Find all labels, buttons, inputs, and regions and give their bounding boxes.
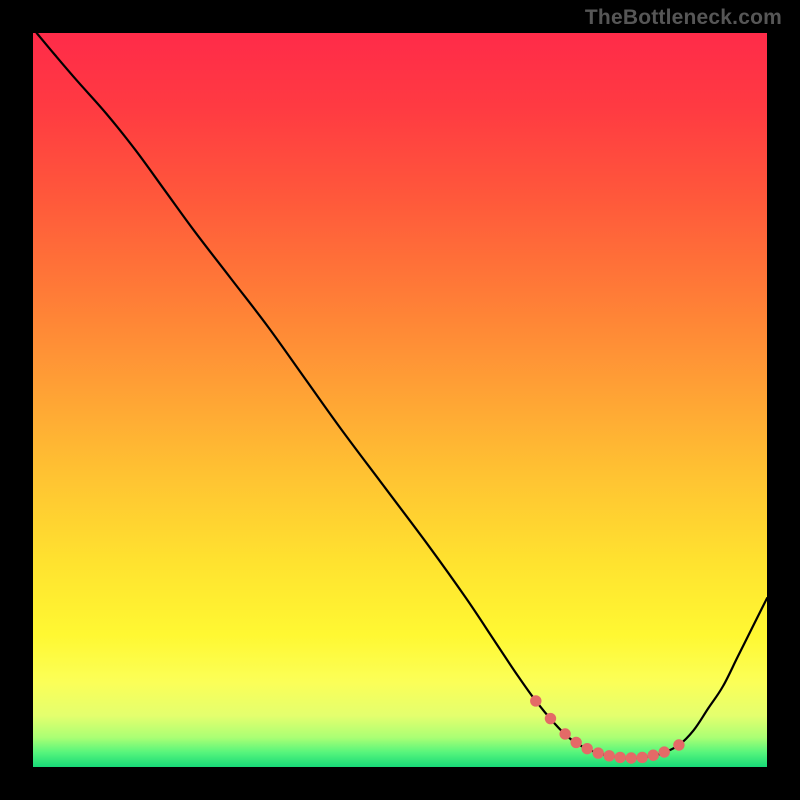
bottleneck-curve [37, 33, 767, 758]
flat-minimum-markers [531, 696, 685, 763]
minimum-marker [593, 748, 603, 758]
minimum-marker [615, 752, 625, 762]
minimum-marker [531, 696, 541, 706]
plot-area [33, 33, 767, 767]
minimum-marker [637, 752, 647, 762]
minimum-marker [674, 740, 684, 750]
watermark-text: TheBottleneck.com [585, 6, 782, 30]
minimum-marker [659, 747, 669, 757]
minimum-marker [545, 713, 555, 723]
minimum-marker [626, 753, 636, 763]
minimum-marker [582, 743, 592, 753]
minimum-marker [571, 737, 581, 747]
minimum-marker [648, 750, 658, 760]
chart-frame: TheBottleneck.com [0, 0, 800, 800]
minimum-marker [604, 751, 614, 761]
curve-layer [33, 33, 767, 767]
minimum-marker [560, 729, 570, 739]
